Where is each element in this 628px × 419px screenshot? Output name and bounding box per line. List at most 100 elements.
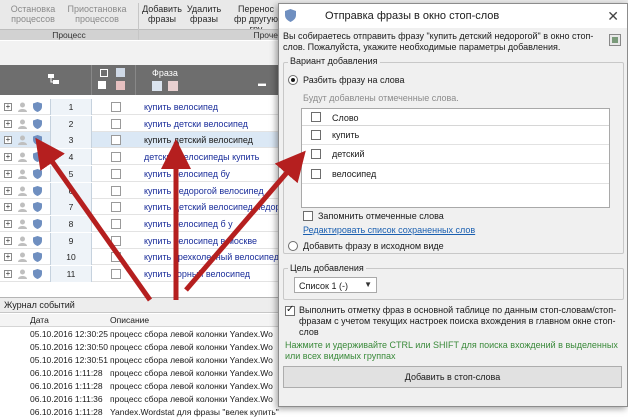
words-table: Слово купить детский велосипед <box>301 108 610 208</box>
table-row[interactable]: +1 купить велосипед <box>0 99 280 115</box>
phrase-cell[interactable]: купить трехколесный велосипед <box>144 249 279 265</box>
radio-split-words[interactable] <box>288 75 298 85</box>
header-sort-icon[interactable] <box>98 81 106 89</box>
mark-phrases-checkbox[interactable] <box>285 304 295 316</box>
row-checkbox[interactable] <box>111 185 121 196</box>
header-tool-icon[interactable] <box>116 68 125 77</box>
list-item[interactable]: 06.10.2016 1:11:28 Yandex.Wordstat для фр… <box>0 406 280 419</box>
table-row[interactable]: +2 купить детски велосипед <box>0 115 280 132</box>
expand-icon[interactable]: + <box>4 186 12 195</box>
expand-icon[interactable]: + <box>4 153 12 162</box>
row-checkbox[interactable] <box>111 135 121 146</box>
radio-split-words-label[interactable]: Разбить фразу на слова <box>303 75 405 85</box>
row-checkbox[interactable] <box>111 168 121 179</box>
phrase-cell[interactable]: купить велосипед бу <box>144 166 230 182</box>
delete-phrases-button[interactable]: Удалить фразы <box>184 4 224 24</box>
word-row[interactable]: детский <box>302 145 609 165</box>
header-delete-icon[interactable] <box>116 81 125 90</box>
phrase-cell[interactable]: купить велосипед б у <box>144 216 233 232</box>
phrase-filter-icon[interactable] <box>152 81 162 91</box>
expand-icon[interactable]: + <box>4 103 12 111</box>
edit-saved-words-link[interactable]: Редактировать список сохраненных слов <box>303 225 475 235</box>
expand-icon[interactable]: + <box>4 119 12 128</box>
words-select-all-checkbox[interactable] <box>311 112 321 122</box>
row-checkbox[interactable] <box>111 152 121 163</box>
table-row[interactable]: +9 купить велосипед в москве <box>0 232 280 249</box>
row-checkbox[interactable] <box>111 269 121 279</box>
table-row[interactable]: +5 купить велосипед бу <box>0 165 280 182</box>
row-checkbox[interactable] <box>111 252 121 263</box>
grid-header-phrase[interactable]: Фраза ▬ <box>136 65 280 95</box>
radio-add-original[interactable] <box>288 241 298 251</box>
list-item[interactable]: 06.10.2016 1:11:28 процесс сбора левой ко… <box>0 367 280 380</box>
word-row[interactable]: велосипед <box>302 165 609 184</box>
shield-icon[interactable] <box>33 152 42 163</box>
phrase-cell[interactable]: купить велосипед в москве <box>144 233 257 249</box>
expand-icon[interactable]: + <box>4 203 12 212</box>
shield-icon[interactable] <box>33 118 42 129</box>
shield-icon[interactable] <box>33 218 42 229</box>
row-checkbox[interactable] <box>111 218 121 229</box>
expand-icon[interactable]: + <box>4 236 12 245</box>
pin-icon[interactable]: ▬ <box>258 79 266 88</box>
word-checkbox[interactable] <box>311 149 321 160</box>
phrase-cell[interactable]: детские велосипеды купить <box>144 149 259 165</box>
shield-icon[interactable] <box>33 269 42 279</box>
word-checkbox[interactable] <box>311 130 321 140</box>
list-item[interactable]: 05.10.2016 12:30:51 процесс сбора левой к… <box>0 354 280 367</box>
help-icon[interactable] <box>609 34 621 46</box>
row-checkbox[interactable] <box>111 102 121 112</box>
select-all-checkbox[interactable] <box>100 69 108 77</box>
expand-icon[interactable]: + <box>4 136 12 145</box>
phrase-cell[interactable]: купить недорогой велосипед <box>144 183 264 199</box>
log-col-date[interactable]: Дата <box>30 315 49 325</box>
shield-icon[interactable] <box>33 252 42 263</box>
expand-icon[interactable]: + <box>4 219 12 228</box>
list-item[interactable]: 06.10.2016 1:11:36 процесс сбора левой ко… <box>0 393 280 406</box>
table-row[interactable]: +3 купить детский велосипед <box>0 132 280 149</box>
table-row[interactable]: +7 купить детский велосипед недоро <box>0 199 285 216</box>
target-list-dropdown[interactable]: Список 1 (-) ▼ <box>294 277 377 293</box>
expand-icon[interactable]: + <box>4 169 12 178</box>
row-checkbox[interactable] <box>111 202 121 213</box>
mark-phrases-label[interactable]: Выполнить отметку фраз в основной таблиц… <box>299 305 619 338</box>
word-checkbox[interactable] <box>311 168 321 179</box>
chevron-down-icon[interactable]: ▼ <box>364 280 372 289</box>
pause-processes-button[interactable]: Приостановка процессов <box>64 4 130 24</box>
word-row[interactable]: купить <box>302 126 609 145</box>
phrase-cell[interactable]: купить детский велосипед недоро <box>144 199 285 215</box>
table-row[interactable]: +4 детские велосипеды купить <box>0 149 280 166</box>
table-row[interactable]: +11 купить горный велосипед <box>0 266 280 282</box>
list-item[interactable]: 05.10.2016 12:30:50 процесс сбора левой к… <box>0 341 280 354</box>
list-item[interactable]: 05.10.2016 12:30:25 процесс сбора левой к… <box>0 328 280 341</box>
remember-words-label[interactable]: Запомнить отмеченные слова <box>318 211 444 221</box>
shield-icon[interactable] <box>33 235 42 246</box>
add-phrases-button[interactable]: Добавить фразы <box>142 4 182 24</box>
phrase-clear-icon[interactable] <box>168 81 178 91</box>
shield-icon[interactable] <box>33 202 42 213</box>
shield-icon[interactable] <box>33 102 42 112</box>
close-icon[interactable]: ✕ <box>607 8 619 25</box>
table-row[interactable]: +8 купить велосипед б у <box>0 215 280 232</box>
phrase-cell[interactable]: купить детски велосипед <box>144 116 248 132</box>
radio-add-original-label[interactable]: Добавить фразу в исходном виде <box>303 241 444 251</box>
expand-icon[interactable]: + <box>4 253 12 262</box>
remember-words-checkbox[interactable] <box>303 211 313 221</box>
shield-icon[interactable] <box>33 185 42 196</box>
log-col-desc[interactable]: Описание <box>110 315 149 325</box>
add-to-stopwords-button[interactable]: Добавить в стоп-слова <box>283 366 622 388</box>
row-number: 11 <box>50 266 92 282</box>
phrase-cell[interactable]: купить велосипед <box>144 99 218 115</box>
table-row[interactable]: +6 купить недорогой велосипед <box>0 182 280 199</box>
row-checkbox[interactable] <box>111 235 121 246</box>
phrase-cell[interactable]: купить детский велосипед <box>144 132 253 148</box>
dialog-titlebar[interactable]: Отправка фразы в окно стоп-слов ✕ <box>279 4 627 28</box>
table-row[interactable]: +10 купить трехколесный велосипед <box>0 249 280 266</box>
shield-icon[interactable] <box>33 168 42 179</box>
stop-processes-button[interactable]: Остановка процессов <box>6 4 60 24</box>
list-item[interactable]: 06.10.2016 1:11:28 процесс сбора левой ко… <box>0 380 280 393</box>
phrase-cell[interactable]: купить горный велосипед <box>144 266 250 282</box>
shield-icon[interactable] <box>33 135 42 146</box>
row-checkbox[interactable] <box>111 118 121 129</box>
expand-icon[interactable]: + <box>4 270 12 278</box>
